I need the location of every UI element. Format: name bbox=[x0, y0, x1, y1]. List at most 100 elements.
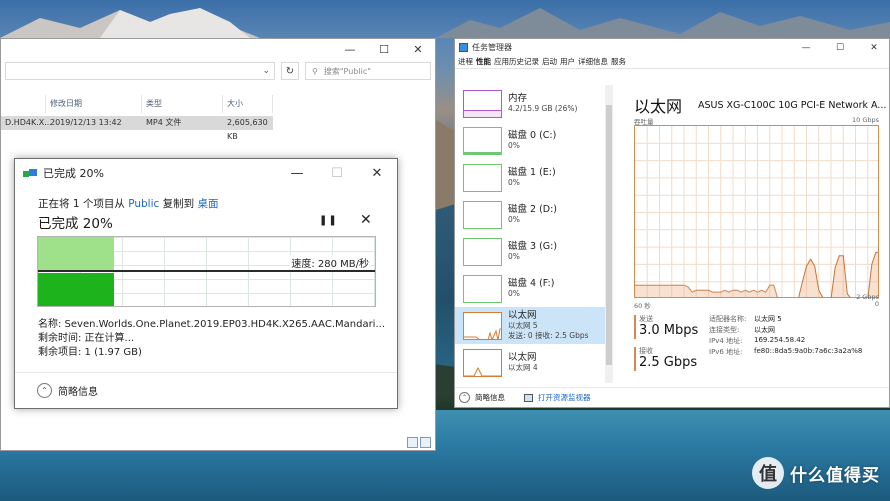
destination-folder-link[interactable]: 桌面 bbox=[197, 198, 218, 210]
sidebar-item-sub: 0% bbox=[508, 289, 520, 298]
resource-monitor-icon bbox=[524, 393, 533, 402]
fewer-details-link[interactable]: 简略信息 bbox=[475, 392, 505, 403]
sidebar-item-disk-3[interactable]: 磁盘 3 (G:) 0% bbox=[455, 233, 605, 270]
source-folder-link[interactable]: Public bbox=[128, 198, 159, 210]
chevron-up-icon[interactable]: ⌃ bbox=[459, 392, 470, 403]
disk-thumbnail bbox=[463, 126, 502, 155]
copy-dialog-title: 已完成 20% bbox=[43, 167, 104, 180]
minimize-button[interactable]: — bbox=[791, 39, 821, 56]
tab-performance[interactable]: 性能 bbox=[476, 56, 491, 68]
sidebar-item-disk-2[interactable]: 磁盘 2 (D:) 0% bbox=[455, 196, 605, 233]
info-label: 适配器名称: bbox=[709, 315, 747, 323]
sidebar-item-throughput: 发送: 0 接收: 2.5 Gbps bbox=[508, 331, 589, 340]
maximize-button[interactable]: ☐ bbox=[317, 159, 357, 187]
file-name: D.HD4K.X... bbox=[5, 118, 52, 127]
sidebar-item-memory[interactable]: 内存 4.2/15.9 GB (26%) bbox=[455, 85, 605, 122]
file-row-selected[interactable]: D.HD4K.X... 2019/12/13 13:42 MP4 文件 2,60… bbox=[1, 116, 273, 141]
refresh-button[interactable]: ↻ bbox=[281, 62, 299, 80]
tab-app-history[interactable]: 应用历史记录 bbox=[494, 56, 539, 68]
sidebar-item-disk-0[interactable]: 磁盘 0 (C:) 0% bbox=[455, 122, 605, 159]
task-manager-tabs: 进程 性能 应用历史记录 启动 用户 详细信息 服务 bbox=[455, 56, 889, 69]
recv-stat-bar bbox=[634, 347, 636, 371]
sidebar-item-sub: 以太网 4 bbox=[508, 363, 538, 372]
close-button[interactable]: ✕ bbox=[401, 39, 435, 59]
sidebar-item-label: 以太网 bbox=[508, 310, 537, 321]
disk-thumbnail bbox=[463, 163, 502, 192]
send-stat-bar bbox=[634, 315, 636, 339]
transfer-speed: 速度: 280 MB/秒 bbox=[289, 255, 371, 270]
scrollbar-thumb[interactable] bbox=[606, 105, 612, 365]
info-label: 连接类型: bbox=[709, 326, 740, 334]
tab-processes[interactable]: 进程 bbox=[458, 56, 473, 68]
tab-users[interactable]: 用户 bbox=[560, 56, 575, 68]
sidebar-item-label: 磁盘 3 (G:) bbox=[508, 241, 558, 252]
throughput-stats: 发送 3.0 Mbps 接收 2.5 Gbps 适配器名称: 以太网 5 连接类… bbox=[634, 313, 879, 383]
explorer-navbar: ⌄ ↻ ⚲ 搜索"Public" bbox=[1, 59, 435, 83]
sidebar-item-ethernet-4[interactable]: 以太网 以太网 4 bbox=[455, 344, 605, 381]
panel-title: 以太网 bbox=[634, 97, 683, 116]
cancel-copy-button[interactable]: ✕ bbox=[360, 212, 372, 228]
watermark-text: 什么值得买 bbox=[790, 465, 880, 486]
copy-details: 名称: Seven.Worlds.One.Planet.2019.EP03.HD… bbox=[38, 318, 385, 360]
disk-thumbnail bbox=[463, 274, 502, 303]
info-value: 以太网 5 bbox=[754, 315, 782, 323]
performance-sidebar: 内存 4.2/15.9 GB (26%) 磁盘 0 (C:) 0% 磁盘 1 (… bbox=[455, 85, 605, 383]
minimize-button[interactable]: — bbox=[277, 159, 317, 187]
close-button[interactable]: ✕ bbox=[357, 159, 397, 187]
copy-dialog-titlebar: 已完成 20% — ☐ ✕ bbox=[15, 159, 397, 187]
close-button[interactable]: ✕ bbox=[859, 39, 889, 56]
search-icon: ⚲ bbox=[312, 66, 318, 76]
maximize-button[interactable]: ☐ bbox=[367, 39, 401, 59]
sidebar-item-ethernet-5[interactable]: 以太网 以太网 5 发送: 0 接收: 2.5 Gbps bbox=[455, 307, 605, 344]
file-name-line: 名称: Seven.Worlds.One.Planet.2019.EP03.HD… bbox=[38, 319, 386, 330]
copy-progress-dialog: 已完成 20% — ☐ ✕ 正在将 1 个项目从 Public 复制到 桌面 已… bbox=[14, 158, 398, 409]
tab-startup[interactable]: 启动 bbox=[542, 56, 557, 68]
progress-fill bbox=[38, 273, 114, 306]
pause-button[interactable]: ❚❚ bbox=[319, 215, 338, 226]
sidebar-item-disk-4[interactable]: 磁盘 4 (F:) 0% bbox=[455, 270, 605, 307]
percent-heading: 已完成 20% bbox=[38, 216, 113, 232]
transfer-speed-graph: 速度: 280 MB/秒 bbox=[37, 236, 376, 307]
sidebar-item-label: 磁盘 4 (F:) bbox=[508, 278, 555, 289]
time-remaining: 剩余时间: 正在计算... bbox=[38, 333, 135, 344]
info-value: 以太网 bbox=[754, 326, 775, 334]
chevron-down-icon[interactable]: ⌄ bbox=[262, 66, 270, 76]
maximize-button[interactable]: ☐ bbox=[825, 39, 855, 56]
copy-description-prefix: 正在将 1 个项目从 bbox=[38, 198, 129, 210]
details-view-icon[interactable] bbox=[407, 437, 418, 448]
sidebar-item-sub: 0% bbox=[508, 215, 520, 224]
open-resource-monitor-link[interactable]: 打开资源监视器 bbox=[538, 392, 591, 403]
progress-fill-light bbox=[38, 237, 114, 270]
sidebar-item-label: 磁盘 2 (D:) bbox=[508, 204, 558, 215]
copy-file-icon bbox=[23, 168, 37, 178]
file-size: 2,605,630 KB bbox=[227, 118, 268, 141]
sidebar-item-sub: 0% bbox=[508, 252, 520, 261]
disk-thumbnail bbox=[463, 237, 502, 266]
refresh-icon: ↻ bbox=[285, 65, 295, 77]
tab-services[interactable]: 服务 bbox=[611, 56, 626, 68]
task-manager-icon bbox=[459, 43, 468, 52]
throughput-chart bbox=[634, 125, 879, 298]
column-type[interactable]: 类型 bbox=[142, 95, 223, 113]
column-modified[interactable]: 修改日期 bbox=[46, 95, 142, 113]
column-size[interactable]: 大小 bbox=[223, 95, 273, 113]
column-headers: 修改日期 类型 大小 bbox=[1, 95, 435, 113]
minimize-button[interactable]: — bbox=[333, 39, 367, 59]
sidebar-scrollbar[interactable] bbox=[605, 85, 613, 383]
view-toggles bbox=[407, 437, 431, 448]
memory-thumbnail bbox=[463, 89, 502, 118]
tab-details[interactable]: 详细信息 bbox=[578, 56, 608, 68]
explorer-titlebar: — ☐ ✕ bbox=[1, 39, 435, 59]
details-toggle[interactable]: ⌃ 简略信息 bbox=[15, 372, 397, 408]
address-bar[interactable]: ⌄ bbox=[5, 62, 275, 80]
sidebar-item-disk-1[interactable]: 磁盘 1 (E:) 0% bbox=[455, 159, 605, 196]
info-value: 169.254.58.42 bbox=[754, 336, 806, 344]
recv-value: 2.5 Gbps bbox=[639, 355, 698, 370]
watermark-logo: 值 bbox=[752, 457, 784, 489]
max-label: 10 Gbps bbox=[851, 116, 879, 124]
task-manager-window: 任务管理器 — ☐ ✕ 进程 性能 应用历史记录 启动 用户 详细信息 服务 内… bbox=[454, 38, 890, 408]
sidebar-item-label: 以太网 bbox=[508, 352, 537, 363]
ethernet-detail-panel: 以太网 ASUS XG-C100C 10G PCI-E Network A...… bbox=[632, 85, 890, 383]
tiles-view-icon[interactable] bbox=[420, 437, 431, 448]
search-input[interactable]: ⚲ 搜索"Public" bbox=[305, 62, 431, 80]
